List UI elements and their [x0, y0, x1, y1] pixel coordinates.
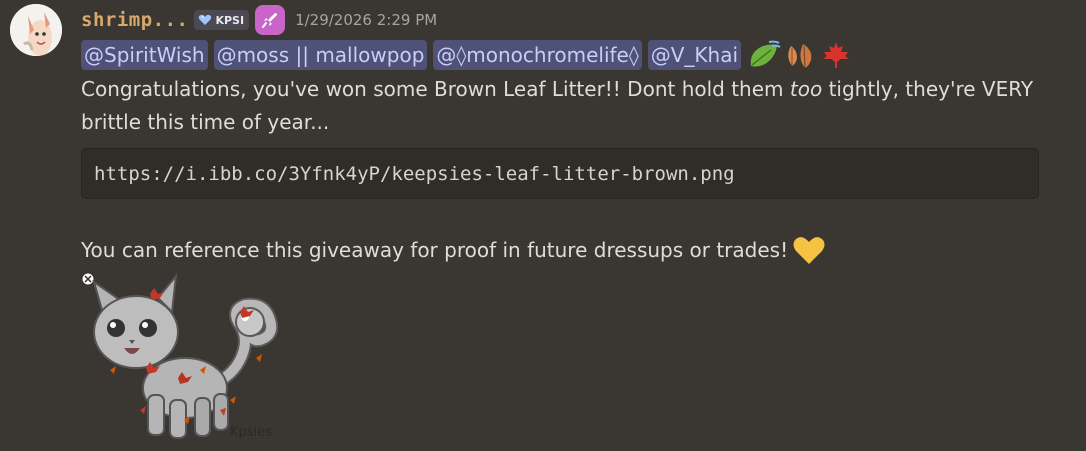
message-header: shrimp... KPSI 1/29/2026 2:29 PM [81, 4, 437, 36]
guild-tag-label: KPSI [215, 13, 245, 27]
chat-message: shrimp... KPSI 1/29/2026 2:29 PM @Spirit… [0, 0, 1086, 451]
attachment-image[interactable]: Kpsies [80, 270, 304, 448]
code-link-text[interactable]: https://i.ibb.co/3Yfnk4yP/keepsies-leaf-… [94, 163, 735, 185]
watermark-text: Kpsies [230, 425, 272, 440]
avatar[interactable] [10, 4, 62, 56]
heart-gem-icon [199, 14, 212, 25]
guild-tag[interactable]: KPSI [194, 10, 250, 30]
reference-line: You can reference this giveaway for proo… [81, 233, 826, 267]
username[interactable]: shrimp... [81, 9, 188, 31]
mention-spiritwish[interactable]: @SpiritWish [81, 40, 208, 70]
message-text-emphasis: too [789, 77, 823, 101]
yellow-heart-icon[interactable] [792, 234, 826, 266]
fallen-leaf-icon[interactable] [783, 40, 817, 70]
role-badge[interactable] [255, 5, 286, 35]
maple-leaf-icon[interactable] [819, 40, 853, 70]
mentions-line: @SpiritWish @moss || mallowpop @◊monochr… [81, 38, 853, 72]
message-text-start: Congratulations, you've won some Brown L… [81, 77, 790, 101]
avatar-image [10, 4, 62, 56]
timestamp[interactable]: 1/29/2026 2:29 PM [295, 11, 437, 29]
mention-moss[interactable]: @moss || mallowpop [213, 40, 428, 70]
remove-attachment-icon [81, 272, 95, 286]
mention-monochromelife[interactable]: @◊monochromelife◊ [433, 40, 642, 70]
cat-with-leaves-image: Kpsies [81, 272, 279, 440]
message-body: Congratulations, you've won some Brown L… [81, 73, 1061, 139]
code-block[interactable]: https://i.ibb.co/3Yfnk4yP/keepsies-leaf-… [81, 148, 1039, 199]
reference-text: You can reference this giveaway for proo… [81, 238, 789, 262]
rocket-icon [262, 13, 278, 28]
emoji-row [747, 40, 853, 70]
leaf-fluttering-icon[interactable] [747, 40, 781, 70]
mention-v-khai[interactable]: @V_Khai [647, 40, 742, 70]
